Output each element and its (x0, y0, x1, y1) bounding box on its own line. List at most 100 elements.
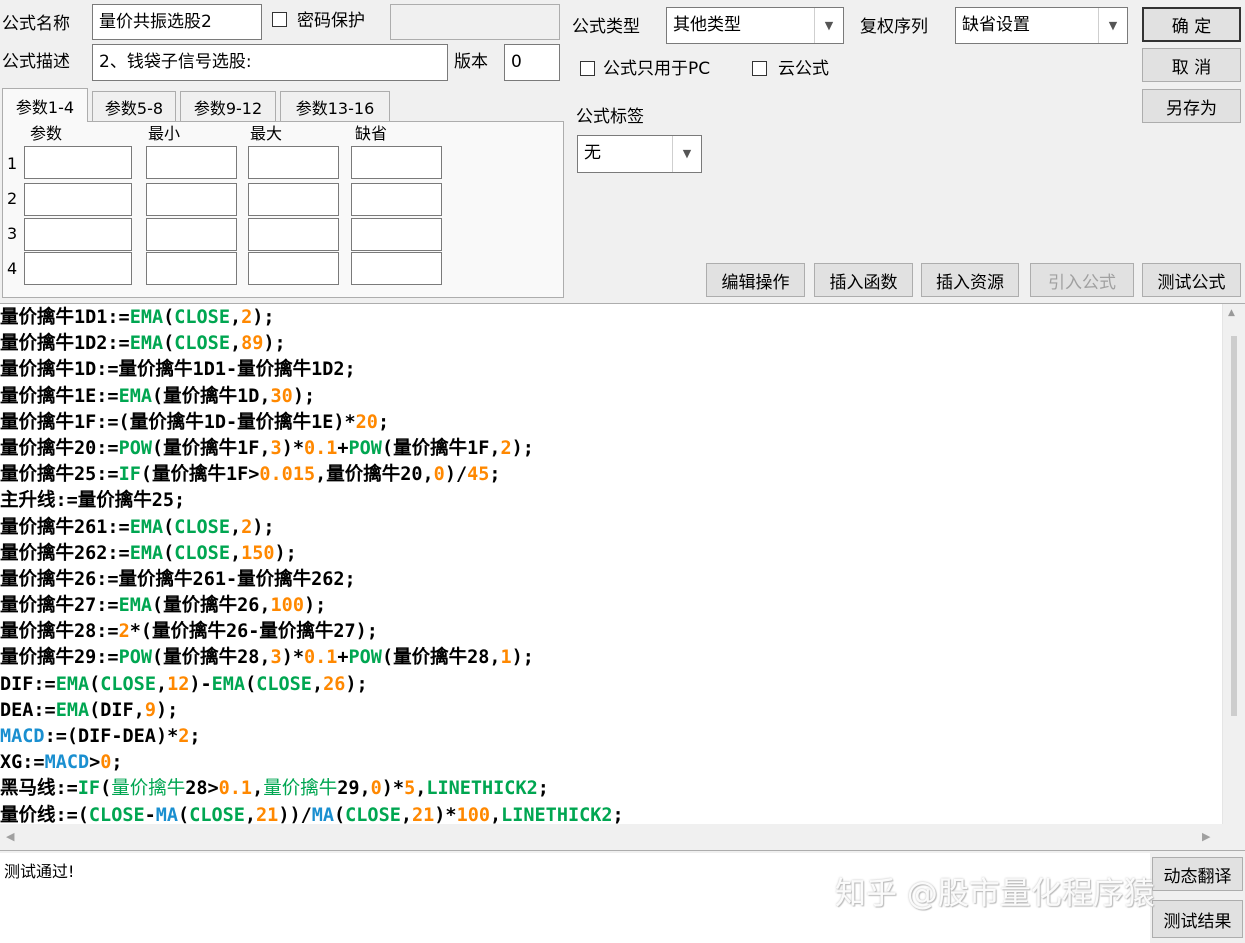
param-min-input[interactable] (146, 218, 237, 251)
code-line[interactable]: DIF:=EMA(CLOSE,12)-EMA(CLOSE,26); (0, 672, 1218, 698)
code-token: , (311, 673, 324, 695)
tab-params-5-8[interactable]: 参数5-8 (92, 91, 176, 122)
scroll-up-icon[interactable]: ▲ (1228, 308, 1235, 318)
import-formula-button[interactable]: 引入公式 (1030, 263, 1134, 297)
code-line[interactable]: 量价擒牛1F:=(量价擒牛1D-量价擒牛1E)*20; (0, 410, 1218, 436)
code-line[interactable]: 量价擒牛27:=EMA(量价擒牛26,100); (0, 593, 1218, 619)
code-token: EMA (129, 542, 164, 564)
formula-type-select[interactable]: 其他类型 ▼ (666, 7, 844, 44)
param-max-input[interactable] (248, 146, 339, 179)
tab-params-13-16[interactable]: 参数13-16 (280, 91, 390, 122)
version-input[interactable]: 0 (504, 44, 560, 81)
pc-only-checkbox[interactable] (580, 61, 595, 76)
scrollbar-thumb[interactable] (1231, 336, 1237, 716)
code-token: 12 (167, 673, 190, 695)
code-token: CLOSE (88, 804, 145, 826)
code-line[interactable]: 量价擒牛262:=EMA(CLOSE,150); (0, 541, 1218, 567)
formula-desc-input[interactable]: 2、钱袋子信号选股: (92, 44, 448, 81)
param-max-input[interactable] (248, 218, 339, 251)
code-token: 0.015 (259, 464, 316, 486)
param-min-input[interactable] (146, 146, 237, 179)
formula-name-input[interactable]: 量价共振选股2 (92, 4, 262, 40)
code-token: , (229, 333, 242, 355)
cancel-button[interactable]: 取 消 (1142, 48, 1241, 82)
code-editor[interactable]: 量价擒牛1D1:=EMA(CLOSE,2); 量价擒牛1D2:=EMA(CLOSE… (0, 303, 1245, 851)
param-max-input[interactable] (248, 183, 339, 216)
param-header-name: 参数 (30, 124, 63, 143)
code-token: 量价擒牛26:=量价擒牛261-量价擒牛262; (0, 568, 356, 590)
code-token: , (155, 673, 168, 695)
vertical-scrollbar[interactable]: ▲ (1222, 304, 1245, 824)
code-line[interactable]: 量价擒牛261:=EMA(CLOSE,2); (0, 515, 1218, 541)
code-token: 21 (412, 804, 435, 826)
code-token: )* (281, 647, 304, 669)
code-line[interactable]: 黑马线:=IF(量价擒牛28>0.1,量价擒牛29,0)*5,LINETHICK… (0, 776, 1218, 802)
insert-resource-button[interactable]: 插入资源 (921, 263, 1019, 297)
code-token: 0.1 (218, 778, 253, 800)
code-token: 量价擒牛1F:=(量价擒牛1D-量价擒牛1E)* (0, 411, 356, 433)
code-token: ( (163, 307, 175, 328)
insert-function-button[interactable]: 插入函数 (814, 263, 913, 297)
param-name-input[interactable] (24, 252, 132, 285)
code-line[interactable]: 量价擒牛25:=IF(量价擒牛1F>0.015,量价擒牛20,0)/45; (0, 462, 1218, 488)
code-line[interactable]: XG:=MACD>0; (0, 750, 1218, 776)
code-token: DEA:= (0, 699, 56, 721)
param-header-max: 最大 (250, 124, 283, 143)
dynamic-translate-button[interactable]: 动态翻译 (1152, 857, 1243, 891)
code-token: 28> (185, 778, 219, 800)
code-token: ); (274, 542, 297, 564)
param-name-input[interactable] (24, 183, 132, 216)
param-default-input[interactable] (351, 252, 442, 285)
code-line[interactable]: MACD:=(DIF-DEA)*2; (0, 724, 1218, 750)
code-line[interactable]: DEA:=EMA(DIF,9); (0, 698, 1218, 724)
tag-select[interactable]: 无 ▼ (577, 135, 702, 173)
tab-params-9-12[interactable]: 参数9-12 (180, 91, 276, 122)
cloud-checkbox[interactable] (752, 61, 767, 76)
code-token: EMA (118, 595, 152, 617)
code-token: 26 (323, 673, 346, 695)
code-line[interactable]: 量价擒牛1D:=量价擒牛1D1-量价擒牛1D2; (0, 357, 1218, 383)
fq-select[interactable]: 缺省设置 ▼ (955, 7, 1128, 44)
save-as-button[interactable]: 另存为 (1142, 89, 1241, 123)
chevron-down-icon[interactable]: ▼ (1098, 8, 1127, 43)
param-name-input[interactable] (24, 218, 132, 251)
code-token: MA (311, 804, 335, 826)
scroll-left-icon[interactable]: ◀ (6, 830, 14, 843)
param-name-input[interactable] (24, 146, 132, 179)
code-line[interactable]: 量价擒牛1D2:=EMA(CLOSE,89); (0, 331, 1218, 357)
horizontal-scrollbar[interactable]: ◀ ▶ (0, 824, 1245, 850)
code-line[interactable]: 主升线:=量价擒牛25; (0, 488, 1218, 514)
code-line[interactable]: 量价擒牛29:=POW(量价擒牛28,3)*0.1+POW(量价擒牛28,1); (0, 645, 1218, 671)
code-token: MACD (0, 726, 45, 747)
code-text[interactable]: 量价擒牛1D1:=EMA(CLOSE,2); 量价擒牛1D2:=EMA(CLOSE… (0, 305, 1218, 829)
code-token: 2 (118, 621, 130, 643)
param-default-input[interactable] (351, 183, 442, 216)
code-token: (量价擒牛1D, (151, 385, 271, 407)
param-default-input[interactable] (351, 146, 442, 179)
param-min-input[interactable] (146, 252, 237, 285)
edit-ops-button[interactable]: 编辑操作 (706, 263, 805, 297)
code-token: 45 (467, 464, 490, 486)
code-token: ))/ (278, 804, 312, 826)
param-min-input[interactable] (146, 183, 237, 216)
test-result-button[interactable]: 测试结果 (1152, 900, 1243, 938)
code-line[interactable]: 量价擒牛20:=POW(量价擒牛1F,3)*0.1+POW(量价擒牛1F,2); (0, 436, 1218, 462)
chevron-down-icon[interactable]: ▼ (814, 8, 843, 43)
chevron-down-icon[interactable]: ▼ (672, 136, 701, 172)
code-token: EMA (55, 673, 90, 695)
code-token: 2 (241, 307, 253, 328)
code-line[interactable]: 量价擒牛1E:=EMA(量价擒牛1D,30); (0, 384, 1218, 410)
code-line[interactable]: 量价擒牛28:=2*(量价擒牛26-量价擒牛27); (0, 619, 1218, 645)
code-token: ( (100, 778, 112, 800)
password-checkbox[interactable] (272, 12, 287, 27)
code-line[interactable]: 量价擒牛1D1:=EMA(CLOSE,2); (0, 305, 1218, 331)
tab-params-1-4[interactable]: 参数1-4 (2, 88, 88, 122)
param-max-input[interactable] (248, 252, 339, 285)
code-token: ( (163, 333, 175, 355)
ok-button[interactable]: 确 定 (1142, 7, 1241, 42)
code-token: , (400, 804, 412, 826)
test-formula-button[interactable]: 测试公式 (1142, 263, 1241, 297)
code-line[interactable]: 量价擒牛26:=量价擒牛261-量价擒牛262; (0, 567, 1218, 593)
scroll-right-icon[interactable]: ▶ (1202, 830, 1210, 843)
param-default-input[interactable] (351, 218, 442, 251)
